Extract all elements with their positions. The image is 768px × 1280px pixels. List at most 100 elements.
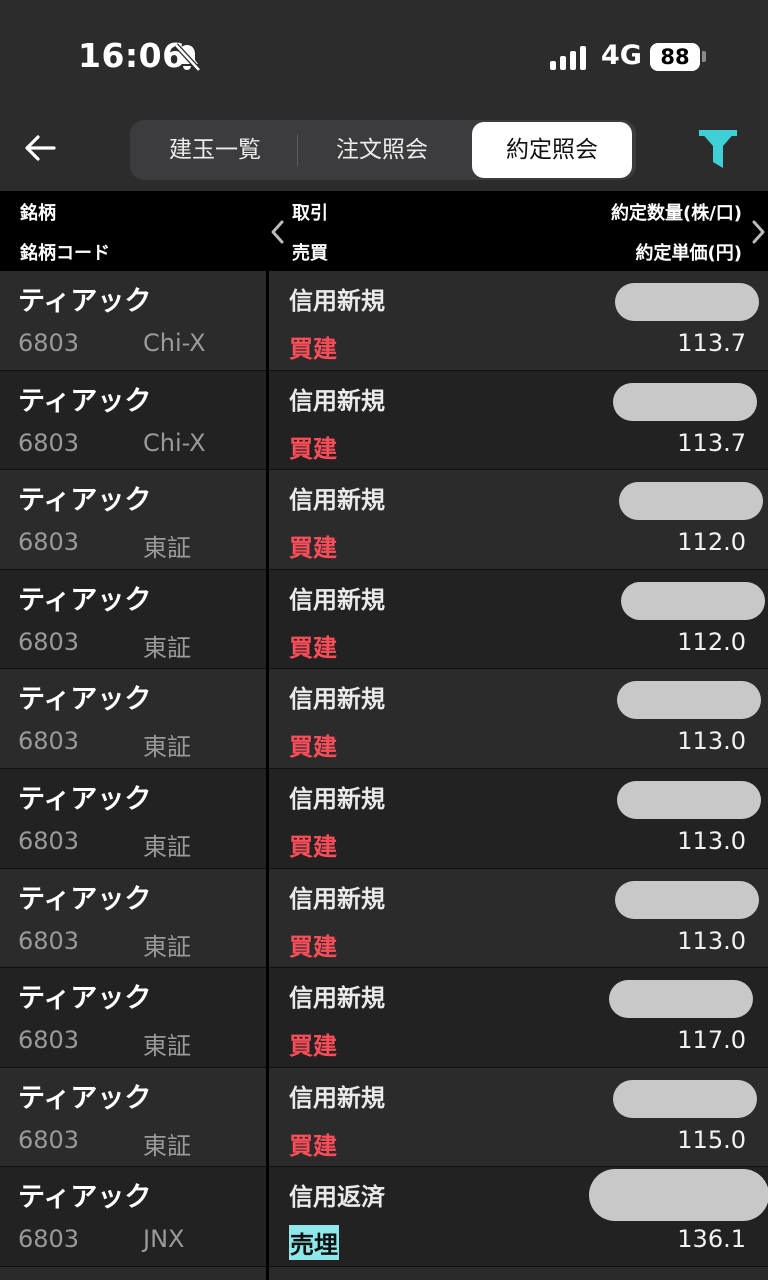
market-name: 東証 bbox=[143, 733, 191, 762]
trade-side: 売埋 bbox=[289, 1225, 339, 1261]
trade-type: 信用新規 bbox=[289, 486, 385, 515]
trade-side: 買建 bbox=[289, 733, 337, 762]
table-row[interactable]: ティアック 6803 東証 信用新規 買建 115.0 bbox=[0, 1067, 768, 1168]
stock-code: 6803 bbox=[18, 528, 80, 557]
row-stock-cell: ティアック 6803 東証 bbox=[0, 569, 266, 669]
table-row[interactable]: ティアック 6803 JNX 信用返済 売埋 136.1 bbox=[0, 1167, 768, 1267]
redacted-quantity bbox=[615, 880, 759, 919]
trade-side: 買建 bbox=[289, 1131, 337, 1160]
signal-icon bbox=[550, 46, 586, 70]
tab-positions[interactable]: 建玉一覧 bbox=[132, 122, 298, 178]
execution-price: 113.7 bbox=[677, 329, 746, 357]
trade-type: 信用新規 bbox=[289, 685, 385, 714]
table-row[interactable]: ティアック 6803 東証 信用新規買建 113.0 bbox=[0, 768, 768, 869]
stock-code: 6803 bbox=[18, 1026, 80, 1055]
table-row[interactable]: ティアック 6803 東証 信用新規 買建 113.0 bbox=[0, 669, 768, 769]
stock-name: ティアック bbox=[18, 783, 152, 815]
trade-side: 買建 bbox=[289, 534, 337, 563]
trade-side: 買建 bbox=[289, 1032, 337, 1061]
stock-name: ティアック bbox=[18, 286, 152, 317]
row-stock-cell: ティアック 6803 Chi-X bbox=[0, 271, 266, 370]
header-side: 売買 bbox=[292, 243, 328, 264]
row-stock-cell: ティアック 6803 東証 bbox=[0, 1067, 266, 1167]
battery-tip bbox=[702, 51, 706, 62]
header-quantity: 約定数量(株/口) bbox=[610, 203, 742, 224]
execution-price: 113.0 bbox=[677, 826, 746, 855]
trade-side: 買建 bbox=[289, 832, 337, 861]
row-stock-cell: ティアック 6803 東証 bbox=[0, 768, 266, 868]
execution-price: 113.7 bbox=[677, 428, 746, 457]
stock-name: ティアック bbox=[18, 1182, 152, 1214]
nav-header: 建玉一覧 注文照会 約定照会 bbox=[0, 110, 768, 191]
redacted-quantity bbox=[615, 283, 759, 321]
table-row[interactable]: ティアック 6803 東証 信用新規買建 112.0 bbox=[0, 569, 768, 670]
redacted-quantity bbox=[619, 482, 763, 521]
market-name: Chi-X bbox=[143, 329, 206, 357]
trade-type: 信用新規 bbox=[289, 784, 385, 813]
stock-code: 6803 bbox=[18, 1225, 80, 1254]
column-divider bbox=[266, 271, 269, 1280]
table-row[interactable]: ティアック 6803 Chi-X 信用新規買建 113.7 bbox=[0, 271, 768, 371]
chevron-right-icon[interactable] bbox=[748, 219, 768, 245]
redacted-quantity bbox=[621, 581, 765, 620]
redacted-quantity bbox=[613, 1079, 757, 1118]
stock-name: ティアック bbox=[18, 1082, 152, 1114]
tab-executions[interactable]: 約定照会 bbox=[472, 122, 632, 178]
trade-side: 買建 bbox=[289, 434, 337, 463]
stock-code: 6803 bbox=[18, 1125, 80, 1154]
header-trade: 取引 bbox=[292, 203, 328, 224]
header-code: 銘柄コード bbox=[20, 243, 110, 264]
trade-type: 信用返済 bbox=[289, 1183, 385, 1212]
stock-name: ティアック bbox=[18, 584, 152, 616]
row-trade-cell: 信用返済売埋 136.1 bbox=[269, 1167, 768, 1266]
table-row[interactable]: ティアック 6803 東証 信用新規 買建 117.0 bbox=[0, 968, 768, 1068]
redacted-quantity bbox=[609, 980, 753, 1019]
network-type: 4G bbox=[601, 40, 642, 71]
stock-code: 6803 bbox=[18, 926, 80, 955]
stock-code: 6803 bbox=[18, 329, 80, 357]
row-trade-cell: 信用新規買建 113.7 bbox=[269, 370, 768, 470]
table-row[interactable]: ティアック 6803 東証 信用新規 買建 113.0 bbox=[0, 868, 768, 969]
chevron-left-icon[interactable] bbox=[268, 219, 288, 245]
market-name: 東証 bbox=[143, 832, 191, 861]
market-name: 東証 bbox=[143, 932, 191, 961]
tab-orders[interactable]: 注文照会 bbox=[298, 122, 466, 178]
row-trade-cell: 信用新規買建 112.0 bbox=[269, 569, 768, 669]
bell-muted-icon bbox=[174, 43, 201, 72]
execution-price: 113.0 bbox=[677, 926, 746, 955]
header-name: 銘柄 bbox=[20, 203, 56, 224]
trade-side: 買建 bbox=[289, 932, 337, 961]
execution-price: 112.0 bbox=[677, 627, 746, 656]
row-trade-cell: 信用新規買建 113.0 bbox=[269, 768, 768, 868]
execution-price: 115.0 bbox=[677, 1125, 746, 1154]
row-stock-cell: ティアック 6803 Chi-X bbox=[0, 370, 266, 470]
stock-name: ティアック bbox=[18, 684, 152, 716]
stock-name: ティアック bbox=[18, 485, 152, 517]
filter-icon[interactable] bbox=[698, 128, 738, 170]
market-name: 東証 bbox=[143, 1032, 191, 1061]
stock-code: 6803 bbox=[18, 826, 80, 855]
segmented-control: 建玉一覧 注文照会 約定照会 bbox=[130, 120, 636, 180]
row-trade-cell: 信用新規買建 113.7 bbox=[269, 271, 768, 370]
trade-side: 買建 bbox=[289, 633, 337, 662]
row-stock-cell: ティアック 6803 東証 bbox=[0, 669, 266, 768]
trade-side: 買建 bbox=[289, 335, 337, 363]
trade-type: 信用新規 bbox=[289, 585, 385, 614]
trade-type: 信用新規 bbox=[289, 287, 385, 315]
execution-list: ティアック 6803 Chi-X 信用新規 買建 113.7 ティアック 6803 Chi-X 信… bbox=[0, 271, 768, 1280]
redacted-quantity bbox=[589, 1169, 768, 1222]
back-arrow-icon[interactable] bbox=[20, 128, 60, 168]
trade-type: 信用新規 bbox=[289, 386, 385, 415]
market-name: Chi-X bbox=[143, 428, 206, 457]
stock-name: ティアック bbox=[18, 983, 152, 1015]
table-row[interactable]: ティアック 6803 Chi-X 信用新規買建 113.7 bbox=[0, 370, 768, 471]
clock: 16:06 bbox=[78, 36, 186, 75]
execution-price: 112.0 bbox=[677, 528, 746, 557]
execution-price: 136.1 bbox=[677, 1225, 746, 1254]
trade-type: 信用新規 bbox=[289, 984, 385, 1013]
trade-type: 信用新規 bbox=[289, 1083, 385, 1112]
column-header: 銘柄 銘柄コード 取引 売買 約定数量(株/口) 約定単価(円) bbox=[0, 191, 768, 271]
market-name: 東証 bbox=[143, 633, 191, 662]
redacted-quantity bbox=[613, 382, 757, 421]
table-row[interactable]: ティアック 6803 東証 信用新規 買建 112.0 bbox=[0, 470, 768, 570]
